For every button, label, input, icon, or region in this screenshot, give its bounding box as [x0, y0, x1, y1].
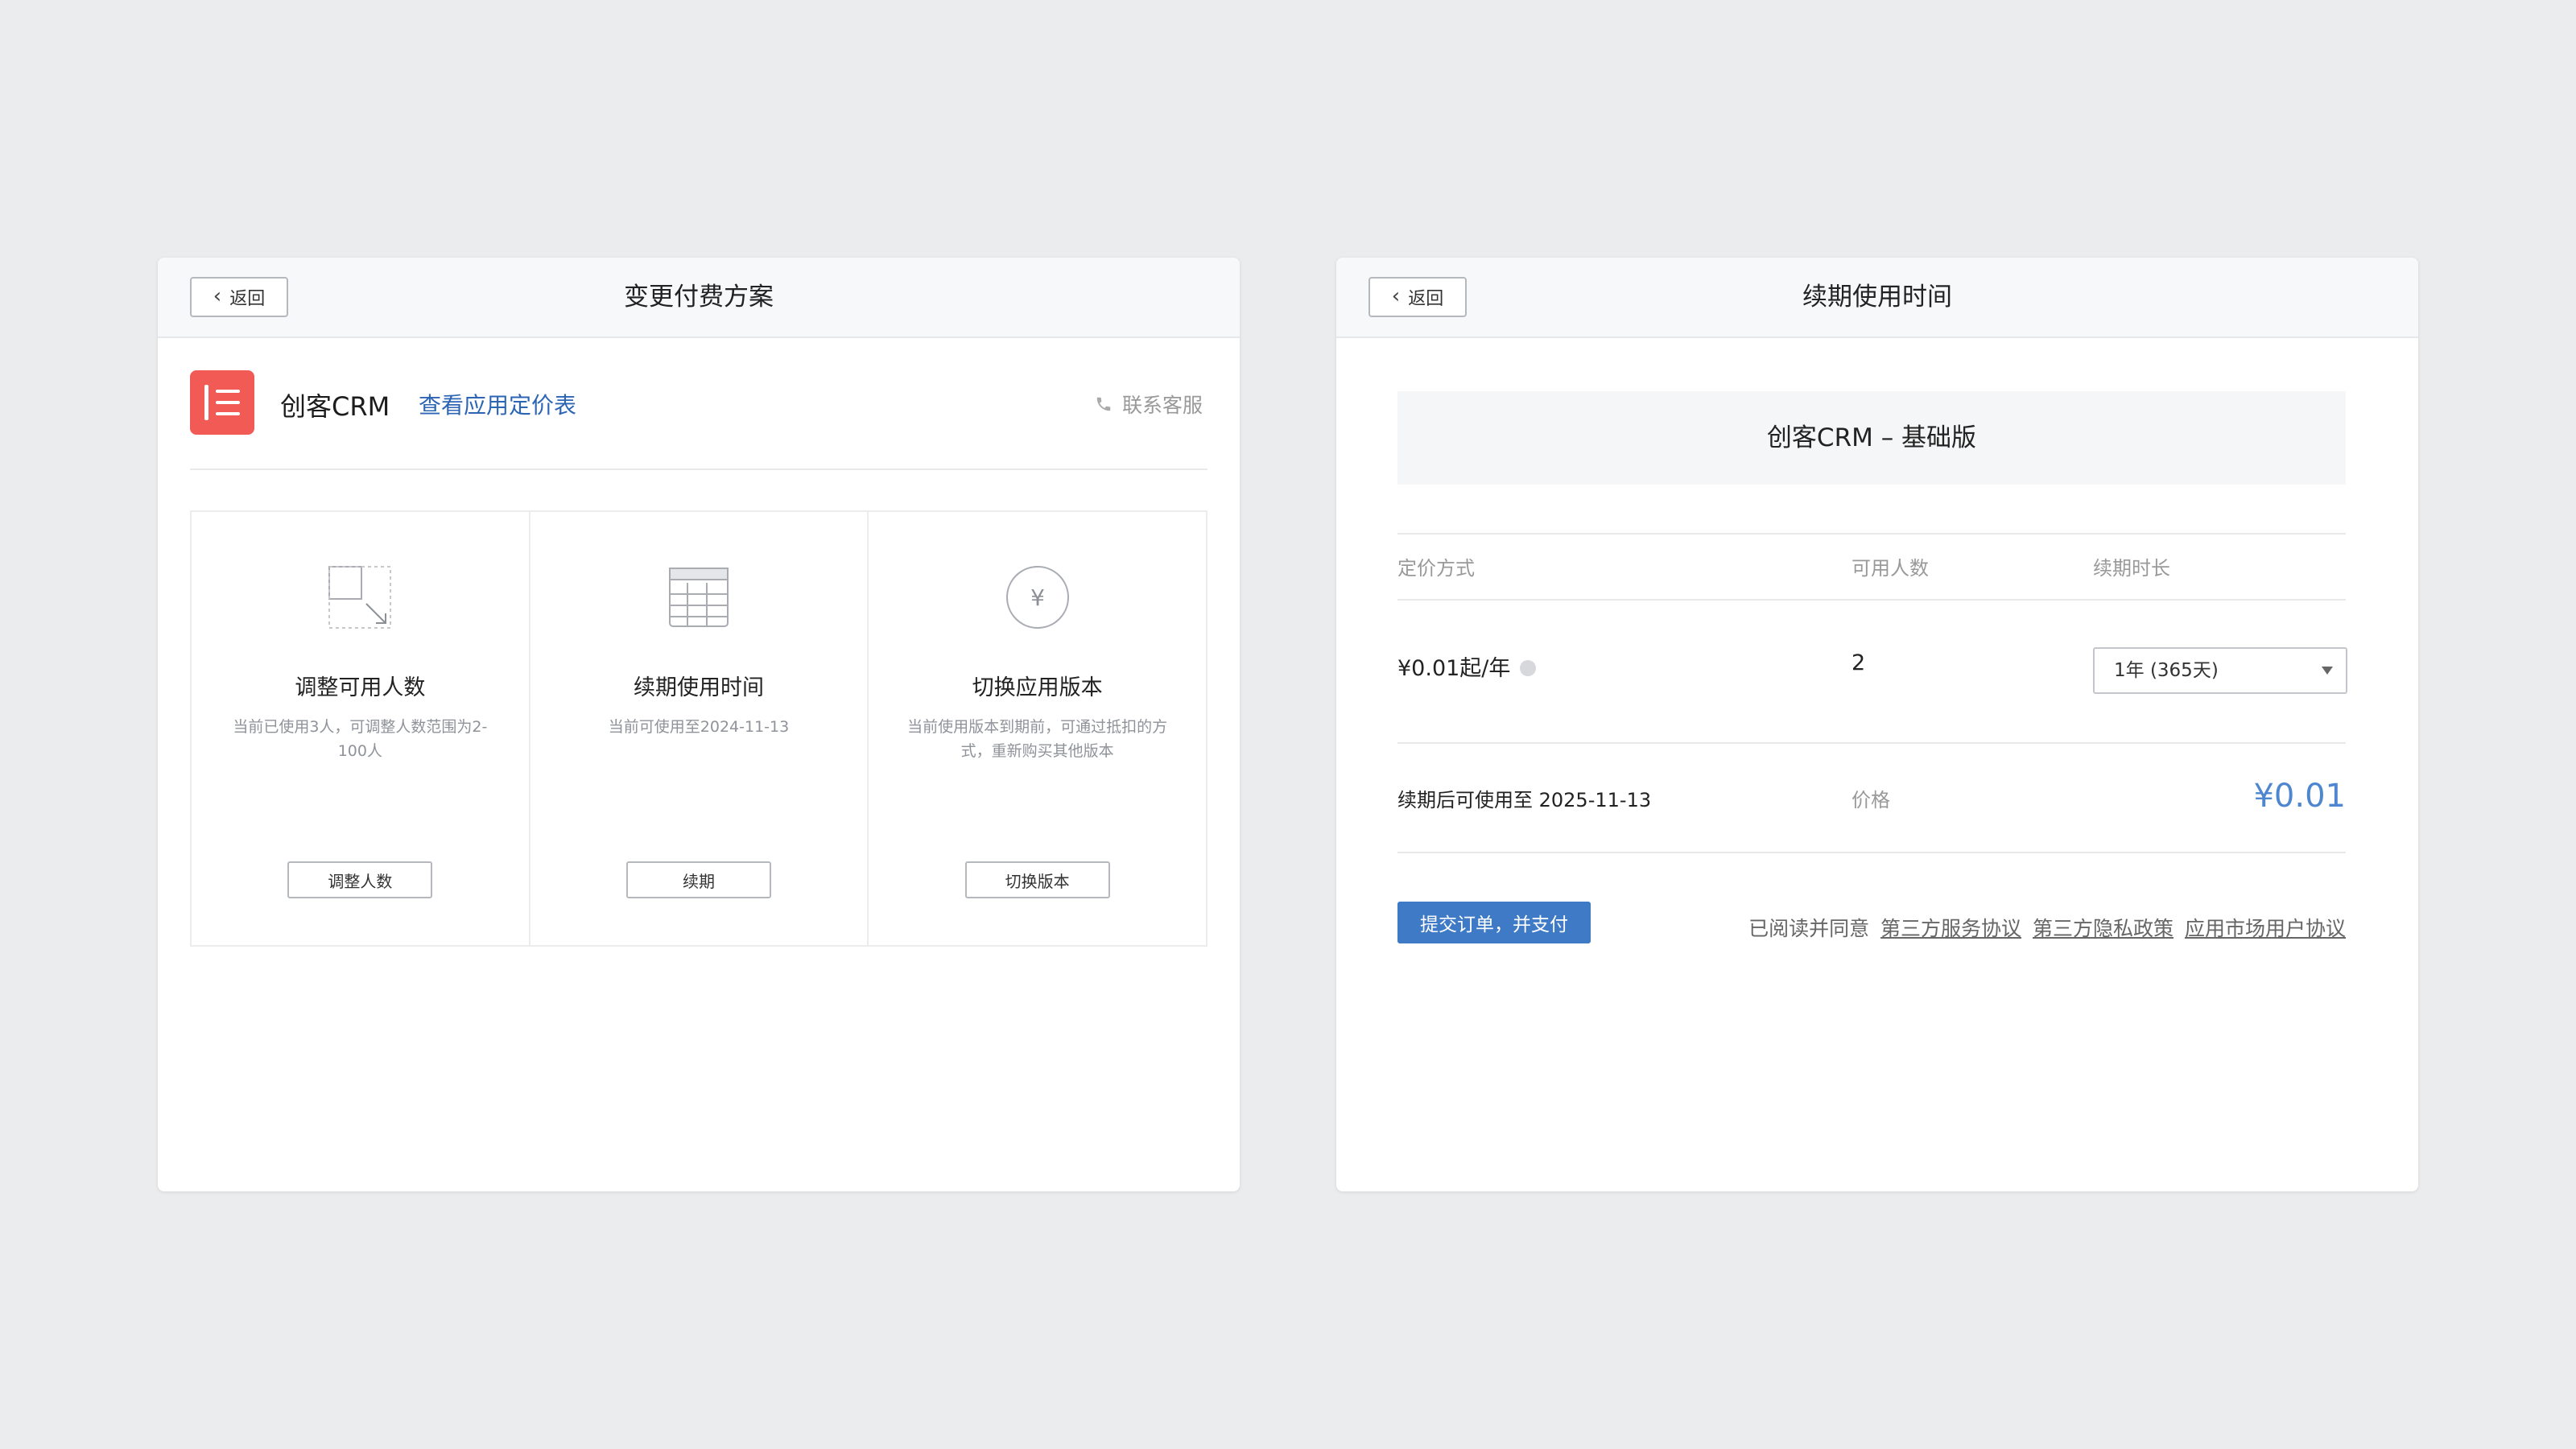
card-adjust-users: 调整可用人数 当前已使用3人，可调整人数范围为2-100人 调整人数 [192, 512, 530, 945]
svg-text:¥: ¥ [1030, 584, 1045, 611]
page-title: 续期使用时间 [1802, 283, 1952, 312]
calendar-icon [669, 568, 729, 627]
change-plan-panel: ‹ 返回 变更付费方案 创客CRM 查看应用定价表 联系客服 调整可用人数 当前… [158, 258, 1240, 1191]
card-description: 当前已使用3人，可调整人数范围为2-100人 [233, 718, 488, 760]
header-renew-duration: 续期时长 [2093, 557, 2170, 580]
renew-panel: ‹ 返回 续期使用时间 创客CRM – 基础版 定价方式 可用人数 续期时长 ¥… [1336, 258, 2418, 1191]
divider [1397, 533, 2346, 535]
card-title: 续期使用时间 [634, 675, 764, 700]
expiry-text: 续期后可使用至 2025-11-13 [1397, 789, 1652, 811]
card-title: 调整可用人数 [295, 675, 426, 700]
switch-version-button[interactable]: 切换版本 [964, 861, 1110, 898]
agreement-notice: 已阅读并同意 第三方服务协议 第三方隐私政策 应用市场用户协议 [1748, 917, 2346, 940]
card-title: 切换应用版本 [972, 675, 1103, 700]
duration-select[interactable]: 1年 (365天) [2093, 647, 2347, 694]
panel-header: ‹ 返回 变更付费方案 [158, 258, 1240, 338]
price-label: 价格 [1852, 789, 1890, 811]
renew-button[interactable]: 续期 [626, 861, 771, 898]
card-description: 当前使用版本到期前，可通过抵扣的方式，重新购买其他版本 [907, 718, 1168, 760]
product-banner: 创客CRM – 基础版 [1397, 391, 2346, 485]
divider [1397, 852, 2346, 853]
submit-order-button[interactable]: 提交订单，并支付 [1397, 902, 1591, 943]
phone-icon [1096, 397, 1111, 411]
page-title: 变更付费方案 [624, 283, 774, 312]
pricing-table-link[interactable]: 查看应用定价表 [419, 388, 576, 420]
yuan-icon: ¥ [1005, 566, 1069, 629]
info-icon[interactable] [1520, 659, 1537, 676]
third-party-privacy-link[interactable]: 第三方隐私政策 [2033, 917, 2174, 940]
resize-users-icon [328, 566, 392, 629]
divider [1397, 599, 2346, 601]
third-party-service-link[interactable]: 第三方服务协议 [1880, 917, 2021, 940]
adjust-users-button[interactable]: 调整人数 [287, 861, 433, 898]
panel-header: ‹ 返回 续期使用时间 [1336, 258, 2418, 338]
app-logo [190, 370, 254, 435]
card-switch-version: ¥ 切换应用版本 当前使用版本到期前，可通过抵扣的方式，重新购买其他版本 切换版… [869, 512, 1206, 945]
header-pricing-method: 定价方式 [1397, 557, 1475, 580]
app-name: 创客CRM [280, 391, 390, 422]
price-value: ¥0.01 [2253, 778, 2346, 815]
header-available-users: 可用人数 [1852, 557, 1929, 580]
users-value: 2 [1852, 650, 1866, 675]
marketplace-user-agreement-link[interactable]: 应用市场用户协议 [2185, 917, 2346, 940]
card-renew: 续期使用时间 当前可使用至2024-11-13 续期 [530, 512, 869, 945]
card-description: 当前可使用至2024-11-13 [608, 718, 790, 736]
pricing-method-value: ¥0.01起/年 [1397, 650, 1537, 682]
divider [1397, 742, 2346, 744]
caret-down-icon [2322, 667, 2333, 675]
contact-support-link[interactable]: 联系客服 [1095, 390, 1203, 419]
divider [190, 469, 1208, 470]
app-info-row: 创客CRM 查看应用定价表 联系客服 [190, 369, 1208, 436]
plan-options: 调整可用人数 当前已使用3人，可调整人数范围为2-100人 调整人数 续期使用时… [190, 510, 1208, 947]
